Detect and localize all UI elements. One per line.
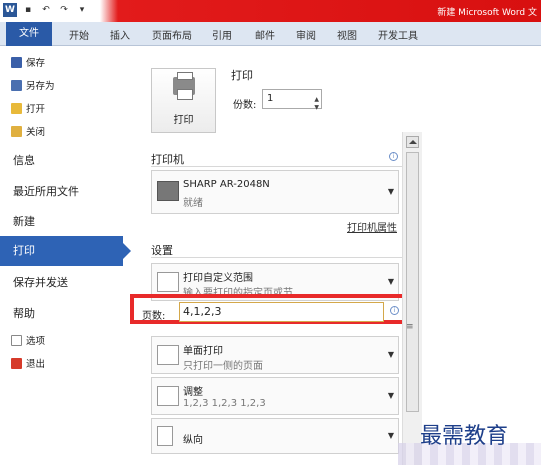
collate-title: 调整 — [183, 387, 203, 398]
sidebar-item-label: 退出 — [26, 359, 46, 370]
info-icon[interactable]: i — [390, 306, 399, 315]
sidebar-item-help[interactable]: 帮助 — [13, 305, 35, 321]
sidebar-item-options[interactable]: 选项 — [11, 333, 45, 347]
title-bar: W ▪ ↶ ↷ ▾ 新建 Microsoft Word 文 — [0, 0, 541, 22]
single-side-icon — [157, 345, 179, 365]
printer-icon — [173, 72, 195, 100]
copies-label: 份数: — [233, 100, 257, 111]
window-title: 新建 Microsoft Word 文 — [437, 8, 537, 18]
customize-qat-icon[interactable]: ▾ — [75, 3, 89, 17]
close-folder-icon — [11, 125, 22, 137]
save-icon — [11, 56, 22, 68]
sidebar-item-print[interactable]: 打印 — [0, 236, 131, 266]
collate-desc: 1,2,3 1,2,3 1,2,3 — [183, 398, 266, 409]
open-folder-icon — [11, 102, 22, 114]
sidebar-item-exit[interactable]: 退出 — [11, 356, 45, 370]
sides-title: 单面打印 — [183, 346, 223, 357]
tab-home[interactable]: 开始 — [69, 27, 89, 42]
collate-icon — [157, 386, 179, 406]
quick-access-toolbar: W ▪ ↶ ↷ ▾ — [3, 3, 89, 17]
print-panel: 打印 打印 份数: 1 ▲ ▼ 打印机 i SHARP AR-2048N 就绪 … — [131, 46, 421, 465]
sidebar-item-save[interactable]: 保存 — [11, 55, 45, 69]
watermark-text: 最需教育 — [420, 424, 509, 449]
chevron-down-icon: ▼ — [387, 391, 394, 400]
sides-dropdown[interactable]: 单面打印 只打印一侧的页面 ▼ — [151, 336, 399, 374]
sidebar-item-recent[interactable]: 最近所用文件 — [13, 183, 79, 199]
scrollbar[interactable]: ≡ — [402, 132, 422, 465]
ribbon-tabs: 开始 插入 页面布局 引用 邮件 审阅 视图 开发工具 — [0, 22, 541, 46]
collate-dropdown[interactable]: 调整 1,2,3 1,2,3 1,2,3 ▼ — [151, 377, 399, 415]
redo-icon[interactable]: ↷ — [57, 3, 71, 17]
tab-file[interactable]: 文件 — [6, 22, 52, 46]
printer-dropdown[interactable]: SHARP AR-2048N 就绪 ▼ — [151, 170, 399, 214]
pages-highlight-box: 页数: 4,1,2,3 i — [130, 294, 420, 324]
print-range-title: 打印自定义范围 — [183, 273, 253, 284]
sidebar-item-close[interactable]: 关闭 — [11, 124, 45, 138]
printer-name: SHARP AR-2048N — [183, 179, 270, 190]
printer-icon — [157, 181, 179, 201]
chevron-down-icon: ▼ — [387, 187, 394, 196]
print-button-label: 打印 — [173, 115, 194, 126]
chevron-down-icon: ▼ — [387, 431, 394, 440]
sidebar-item-label: 关闭 — [26, 127, 46, 138]
printer-properties-link[interactable]: 打印机属性 — [347, 219, 397, 234]
exit-icon — [11, 357, 22, 369]
sidebar-item-open[interactable]: 打开 — [11, 101, 45, 115]
scroll-thumb[interactable] — [406, 152, 419, 412]
tab-review[interactable]: 审阅 — [296, 27, 316, 42]
orientation-dropdown[interactable]: 纵向 ▼ — [151, 418, 399, 454]
sidebar-item-label: 另存为 — [26, 81, 55, 92]
tab-view[interactable]: 视图 — [337, 27, 357, 42]
chevron-down-icon: ▼ — [387, 277, 394, 286]
sidebar-item-label: 选项 — [26, 336, 46, 347]
spin-down-icon[interactable]: ▼ — [314, 99, 319, 117]
printer-status: 就绪 — [183, 198, 203, 209]
sides-desc: 只打印一侧的页面 — [183, 361, 263, 372]
pages-input[interactable]: 4,1,2,3 — [179, 302, 384, 322]
print-button[interactable]: 打印 — [151, 68, 216, 133]
sidebar-item-label: 打开 — [26, 104, 46, 115]
divider — [151, 257, 406, 258]
chevron-down-icon: ▼ — [387, 350, 394, 359]
backstage-sidebar: 保存 另存为 打开 关闭 信息 最近所用文件 新建 打印 保存并发送 帮助 选项… — [0, 46, 131, 465]
tab-insert[interactable]: 插入 — [110, 27, 130, 42]
page-range-icon — [157, 272, 179, 292]
undo-icon[interactable]: ↶ — [39, 3, 53, 17]
settings-section-title: 设置 — [151, 244, 173, 257]
sidebar-item-save-as[interactable]: 另存为 — [11, 78, 55, 92]
save-icon[interactable]: ▪ — [21, 3, 35, 17]
copies-value: 1 — [267, 93, 274, 104]
scroll-up-icon[interactable] — [406, 136, 419, 148]
word-logo-icon[interactable]: W — [3, 3, 17, 17]
sidebar-item-label: 保存 — [26, 58, 46, 69]
printer-section-title: 打印机 — [151, 153, 184, 166]
info-icon[interactable]: i — [389, 152, 398, 161]
sidebar-item-info[interactable]: 信息 — [13, 152, 35, 168]
save-as-icon — [11, 79, 22, 91]
tab-page-layout[interactable]: 页面布局 — [152, 27, 192, 42]
print-preview — [422, 46, 541, 465]
print-section-title: 打印 — [231, 69, 253, 82]
tab-references[interactable]: 引用 — [212, 27, 232, 42]
orientation-value: 纵向 — [183, 435, 203, 446]
copies-stepper[interactable]: 1 ▲ ▼ — [262, 89, 322, 111]
tab-mailings[interactable]: 邮件 — [255, 27, 275, 42]
tab-developer[interactable]: 开发工具 — [378, 27, 418, 42]
pages-label: 页数: — [142, 311, 166, 322]
portrait-icon — [157, 426, 173, 446]
options-icon — [11, 334, 22, 346]
grip-icon: ≡ — [406, 322, 414, 332]
sidebar-item-new[interactable]: 新建 — [13, 213, 35, 229]
sidebar-item-save-send[interactable]: 保存并发送 — [13, 274, 68, 290]
divider — [151, 166, 406, 167]
